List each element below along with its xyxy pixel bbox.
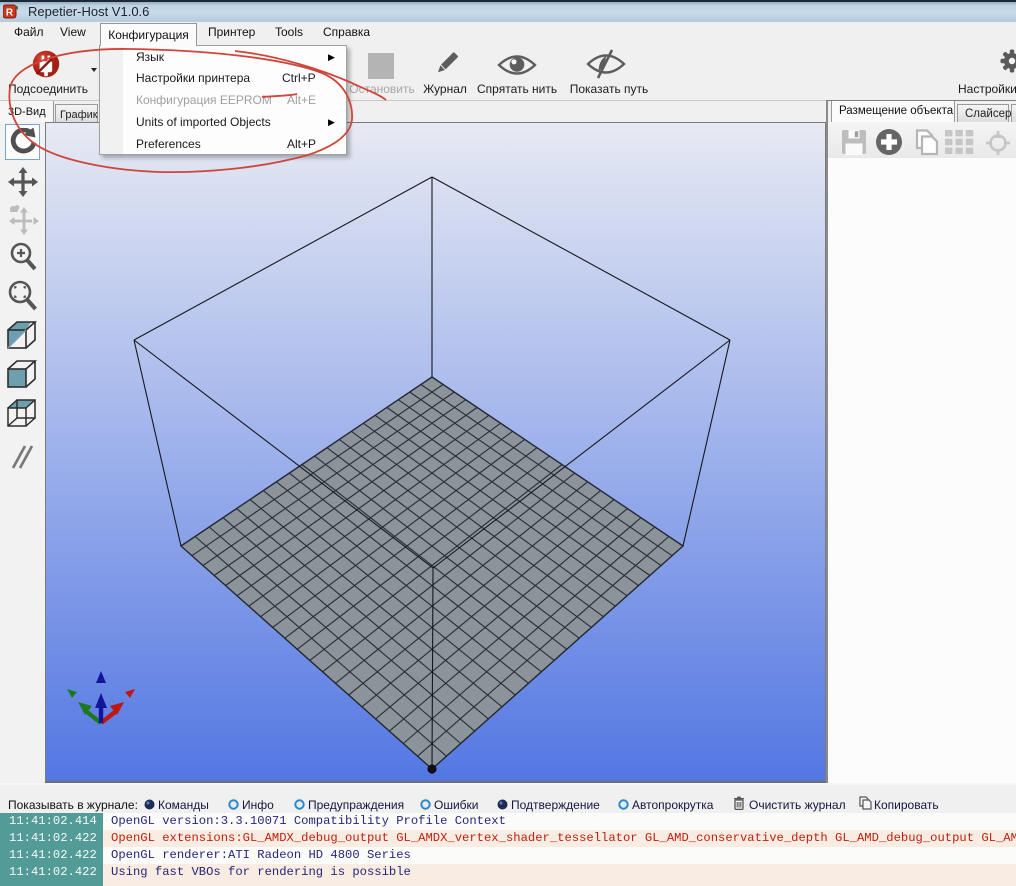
svg-text:R: R	[6, 8, 14, 19]
